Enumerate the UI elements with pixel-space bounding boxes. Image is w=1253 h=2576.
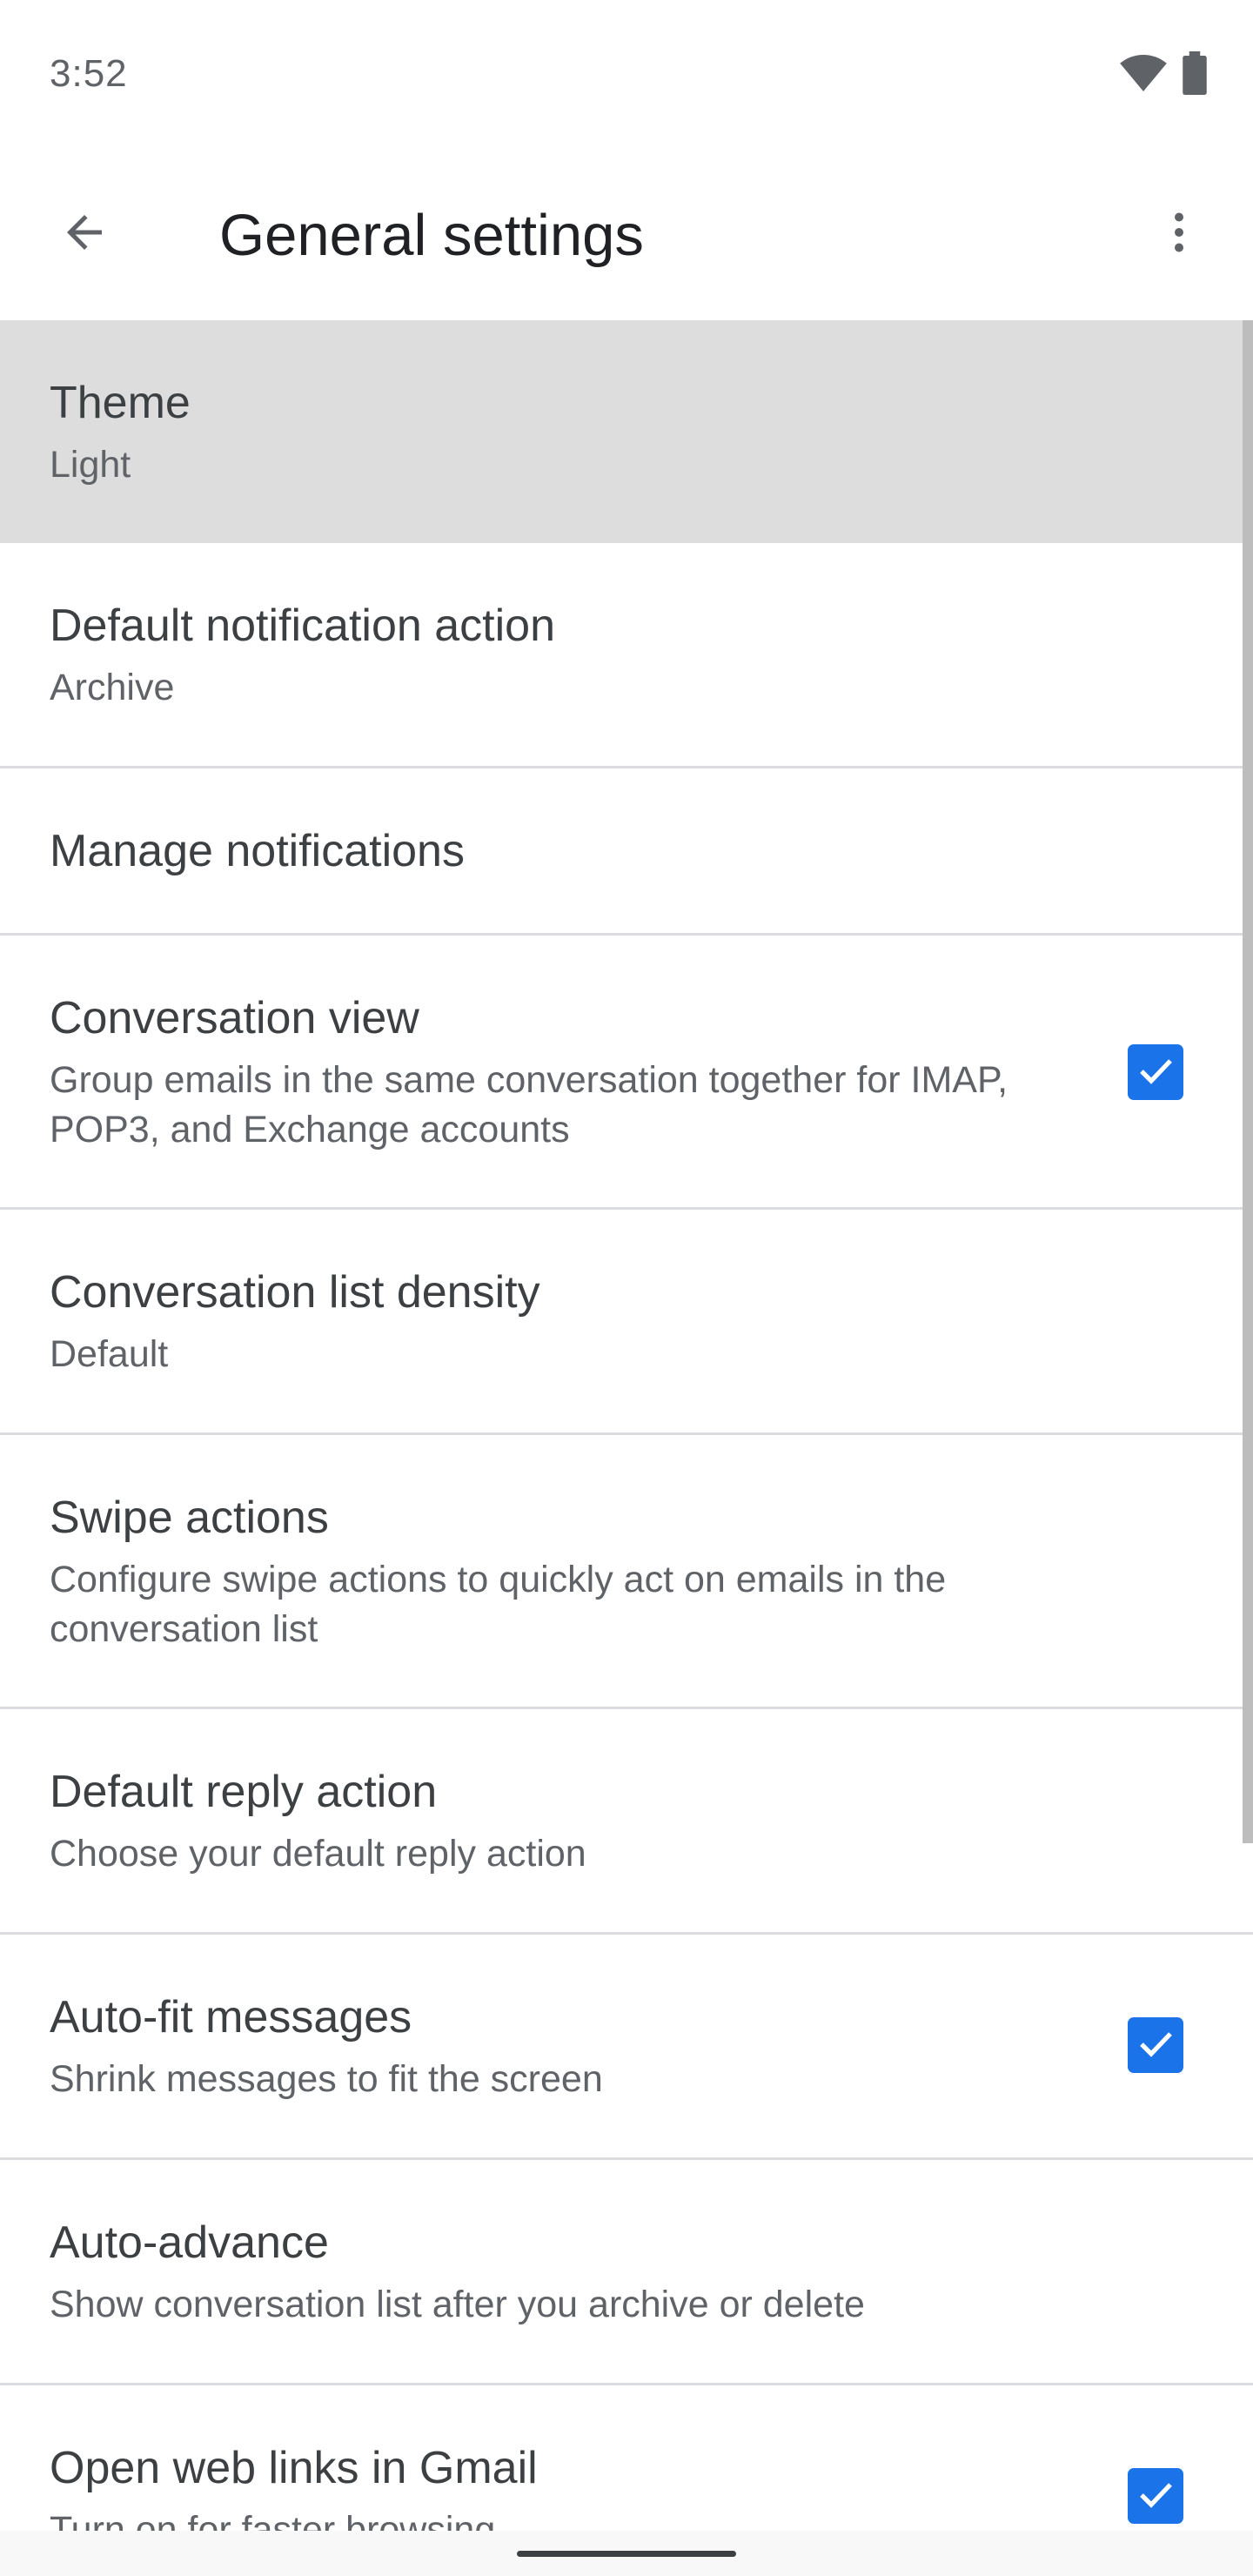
setting-title: Default reply action bbox=[50, 1767, 438, 1817]
setting-subtitle: Archive bbox=[50, 667, 175, 708]
more-options-button[interactable] bbox=[1140, 195, 1218, 273]
scrollbar[interactable] bbox=[1243, 320, 1253, 1843]
open-web-links-checkbox[interactable] bbox=[1128, 2468, 1183, 2524]
setting-default-reply-action[interactable]: Default reply action Choose your default… bbox=[0, 1709, 1253, 1935]
setting-auto-fit-messages[interactable]: Auto-fit messages Shrink messages to fit… bbox=[0, 1935, 1253, 2160]
setting-title: Conversation view bbox=[50, 993, 419, 1043]
setting-auto-advance[interactable]: Auto-advance Show conversation list afte… bbox=[0, 2160, 1253, 2385]
app-bar: General settings bbox=[0, 148, 1253, 320]
setting-swipe-actions[interactable]: Swipe actions Configure swipe actions to… bbox=[0, 1435, 1253, 1709]
setting-open-web-links[interactable]: Open web links in Gmail Turn on for fast… bbox=[0, 2385, 1253, 2531]
setting-subtitle: Default bbox=[50, 1333, 169, 1375]
setting-title: Open web links in Gmail bbox=[50, 2443, 538, 2493]
wifi-icon bbox=[1119, 52, 1168, 98]
more-vert-icon bbox=[1153, 206, 1205, 263]
setting-default-notification-action[interactable]: Default notification action Archive bbox=[0, 543, 1253, 768]
conversation-view-checkbox[interactable] bbox=[1128, 1044, 1183, 1100]
setting-subtitle: Turn on for faster browsing bbox=[50, 2509, 496, 2531]
setting-subtitle: Light bbox=[50, 444, 131, 486]
setting-title: Swipe actions bbox=[50, 1493, 329, 1543]
auto-fit-messages-checkbox[interactable] bbox=[1128, 2017, 1183, 2073]
setting-conversation-list-density[interactable]: Conversation list density Default bbox=[0, 1210, 1253, 1435]
back-button[interactable] bbox=[45, 195, 124, 273]
arrow-back-icon bbox=[58, 206, 111, 263]
page-title: General settings bbox=[219, 203, 644, 268]
setting-subtitle: Show conversation list after you archive… bbox=[50, 2284, 865, 2325]
setting-title: Auto-fit messages bbox=[50, 1992, 412, 2043]
setting-title: Theme bbox=[50, 378, 191, 428]
checkmark-icon bbox=[1135, 2023, 1176, 2069]
checkmark-icon bbox=[1135, 1050, 1176, 1096]
setting-title: Conversation list density bbox=[50, 1267, 540, 1318]
setting-theme[interactable]: Theme Light bbox=[0, 320, 1253, 543]
checkmark-icon bbox=[1135, 2473, 1176, 2519]
setting-subtitle: Shrink messages to fit the screen bbox=[50, 2058, 603, 2100]
battery-icon bbox=[1182, 50, 1208, 99]
settings-list: Theme Light Default notification action … bbox=[0, 320, 1253, 2531]
setting-subtitle: Choose your default reply action bbox=[50, 1833, 586, 1875]
setting-title: Manage notifications bbox=[50, 826, 465, 876]
status-icons bbox=[1119, 49, 1208, 101]
home-gesture-handle[interactable] bbox=[517, 2551, 736, 2557]
setting-manage-notifications[interactable]: Manage notifications bbox=[0, 768, 1253, 936]
status-bar: 3:52 bbox=[0, 0, 1253, 148]
setting-subtitle: Group emails in the same conversation to… bbox=[50, 1059, 1008, 1150]
setting-conversation-view[interactable]: Conversation view Group emails in the sa… bbox=[0, 936, 1253, 1210]
setting-subtitle: Configure swipe actions to quickly act o… bbox=[50, 1559, 947, 1650]
gmail-general-settings-screen: 3:52 General settings Theme Light Defaul… bbox=[0, 0, 1253, 2576]
gesture-nav-bar bbox=[0, 2531, 1253, 2576]
status-time: 3:52 bbox=[50, 52, 128, 95]
setting-title: Auto-advance bbox=[50, 2217, 329, 2268]
setting-title: Default notification action bbox=[50, 600, 556, 651]
